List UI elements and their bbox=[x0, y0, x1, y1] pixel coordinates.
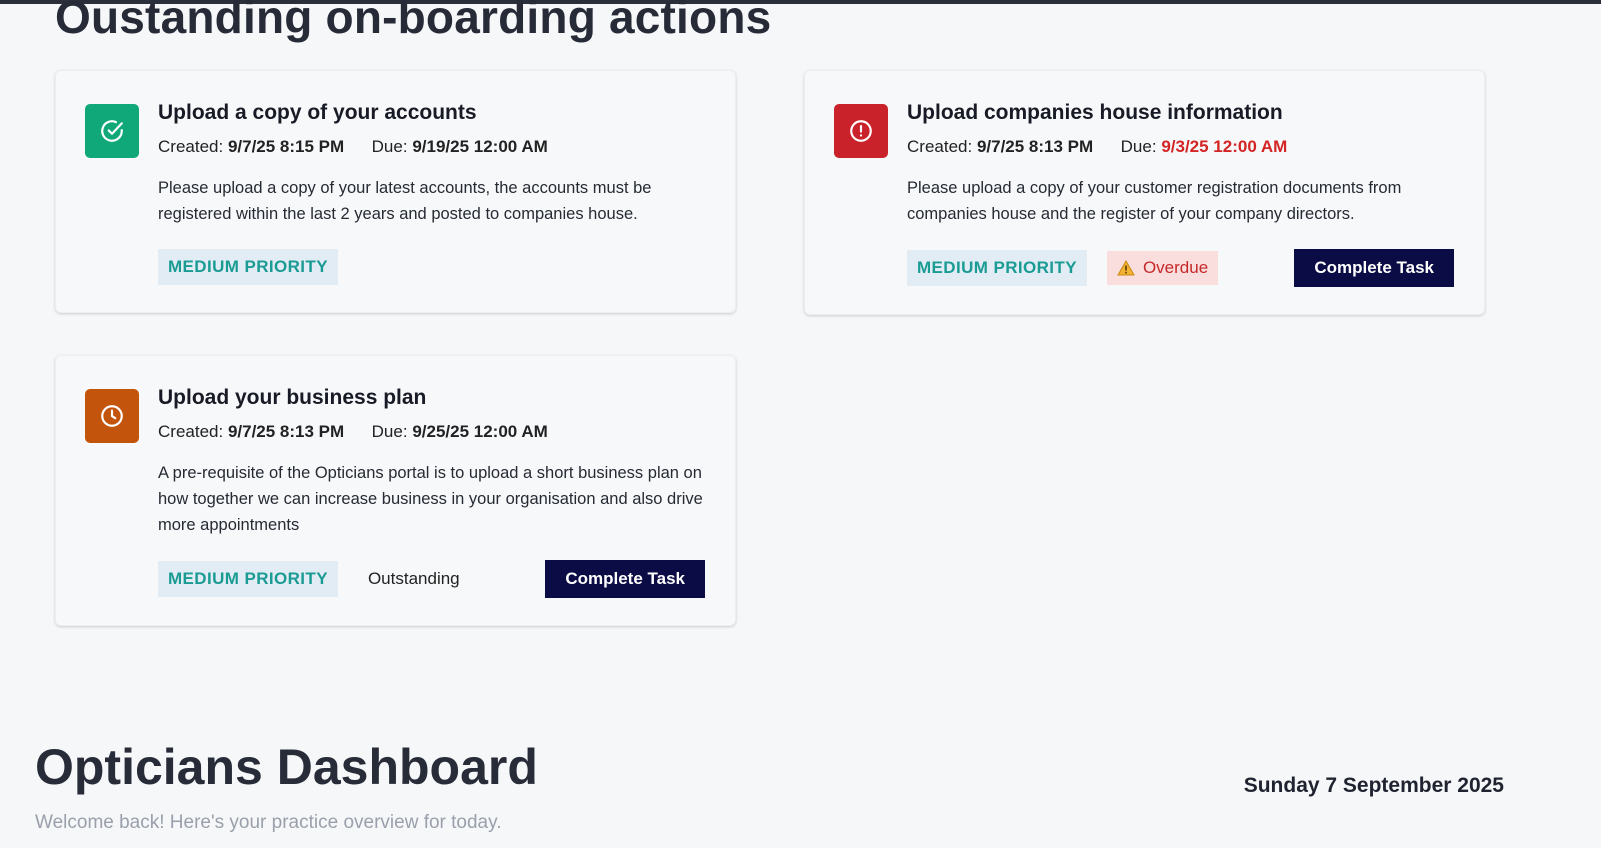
due-value: 9/25/25 12:00 AM bbox=[412, 422, 548, 441]
due-label: Due: bbox=[371, 422, 408, 441]
due-value: 9/19/25 12:00 AM bbox=[412, 137, 548, 156]
task-title: Upload companies house information bbox=[907, 101, 1283, 124]
due-label: Due: bbox=[1120, 137, 1157, 156]
complete-task-button[interactable]: Complete Task bbox=[545, 560, 705, 598]
task-actions: MEDIUM PRIORITY Overdue Complete Task bbox=[907, 249, 1454, 287]
created-label: Created: bbox=[907, 137, 973, 156]
created-value: 9/7/25 8:13 PM bbox=[227, 422, 345, 441]
page-title: Opticians Dashboard bbox=[35, 739, 538, 795]
task-card-business-plan: Upload your business plan Created: 9/7/2… bbox=[55, 355, 736, 626]
task-meta: Created: 9/7/25 8:13 PM Due: 9/25/25 12:… bbox=[158, 422, 548, 442]
alert-circle-icon bbox=[834, 104, 888, 158]
task-actions: MEDIUM PRIORITY bbox=[158, 249, 705, 285]
created-label: Created: bbox=[158, 137, 224, 156]
task-card-companies-house: Upload companies house information Creat… bbox=[804, 70, 1485, 315]
task-description: A pre-requisite of the Opticians portal … bbox=[158, 464, 703, 534]
current-date: Sunday 7 September 2025 bbox=[1243, 774, 1504, 797]
created-value: 9/7/25 8:15 PM bbox=[227, 137, 345, 156]
warning-icon bbox=[1117, 260, 1135, 276]
due-value: 9/3/25 12:00 AM bbox=[1161, 137, 1288, 156]
overdue-badge: Overdue bbox=[1106, 251, 1219, 285]
task-actions: MEDIUM PRIORITY Outstanding Complete Tas… bbox=[158, 560, 705, 598]
created-value: 9/7/25 8:13 PM bbox=[976, 137, 1094, 156]
status-label: Outstanding bbox=[367, 569, 460, 588]
page-subtitle: Welcome back! Here's your practice overv… bbox=[35, 812, 502, 833]
section-title: Oustanding on-boarding actions bbox=[55, 0, 772, 43]
task-description: Please upload a copy of your latest acco… bbox=[158, 179, 652, 223]
priority-badge: MEDIUM PRIORITY bbox=[158, 561, 338, 597]
clock-icon bbox=[85, 389, 139, 443]
task-title: Upload a copy of your accounts bbox=[158, 101, 477, 124]
check-circle-icon bbox=[85, 104, 139, 158]
task-meta: Created: 9/7/25 8:15 PM Due: 9/19/25 12:… bbox=[158, 137, 548, 157]
complete-task-button[interactable]: Complete Task bbox=[1294, 249, 1454, 287]
task-meta: Created: 9/7/25 8:13 PM Due: 9/3/25 12:0… bbox=[907, 137, 1287, 157]
status-label: Overdue bbox=[1142, 258, 1209, 277]
priority-badge: MEDIUM PRIORITY bbox=[158, 249, 338, 285]
task-card-accounts: Upload a copy of your accounts Created: … bbox=[55, 70, 736, 313]
due-label: Due: bbox=[371, 137, 408, 156]
task-description: Please upload a copy of your customer re… bbox=[907, 179, 1402, 223]
task-title: Upload your business plan bbox=[158, 386, 427, 409]
priority-badge: MEDIUM PRIORITY bbox=[907, 250, 1087, 286]
created-label: Created: bbox=[158, 422, 224, 441]
